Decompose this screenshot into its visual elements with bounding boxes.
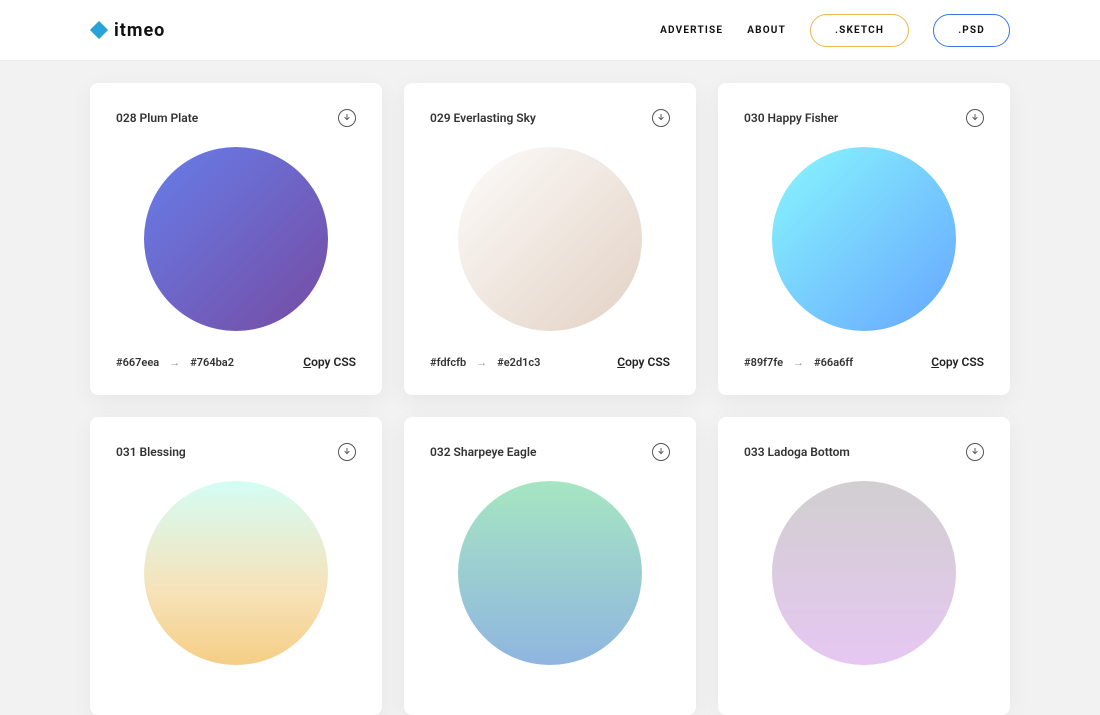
gradient-swatch: [772, 147, 956, 331]
download-psd-button[interactable]: .PSD: [933, 14, 1010, 47]
color-from: #667eea: [116, 356, 159, 369]
gradient-grid: 028 Plum Plate #667eea → #764ba2 Copy CS…: [0, 61, 1100, 715]
copy-css-button[interactable]: Copy CSS: [303, 355, 356, 369]
card-title: 032 Sharpeye Eagle: [430, 445, 536, 459]
gradient-card-033: 033 Ladoga Bottom: [718, 417, 1010, 715]
card-title: 029 Everlasting Sky: [430, 111, 536, 125]
card-title: 031 Blessing: [116, 445, 186, 459]
download-button[interactable]: [652, 109, 670, 127]
gradient-card-028: 028 Plum Plate #667eea → #764ba2 Copy CS…: [90, 83, 382, 395]
gradient-swatch: [144, 147, 328, 331]
brand-logo[interactable]: itmeo: [90, 20, 165, 41]
color-from: #89f7fe: [744, 356, 783, 369]
download-button[interactable]: [338, 443, 356, 461]
download-icon: [657, 114, 665, 122]
nav-about[interactable]: ABOUT: [747, 25, 786, 36]
copy-css-button[interactable]: Copy CSS: [931, 355, 984, 369]
arrow-icon: →: [169, 356, 180, 369]
gradient-card-032: 032 Sharpeye Eagle: [404, 417, 696, 715]
color-codes: #89f7fe → #66a6ff: [744, 356, 853, 369]
download-button[interactable]: [966, 109, 984, 127]
gradient-card-030: 030 Happy Fisher #89f7fe → #66a6ff Copy …: [718, 83, 1010, 395]
download-button[interactable]: [652, 443, 670, 461]
card-title: 033 Ladoga Bottom: [744, 445, 850, 459]
card-title: 030 Happy Fisher: [744, 111, 838, 125]
card-title: 028 Plum Plate: [116, 111, 198, 125]
color-to: #e2d1c3: [497, 356, 540, 369]
site-header: itmeo ADVERTISE ABOUT .SKETCH .PSD: [0, 0, 1100, 61]
gradient-swatch: [458, 481, 642, 665]
download-icon: [343, 448, 351, 456]
download-icon: [657, 448, 665, 456]
download-icon: [343, 114, 351, 122]
download-button[interactable]: [966, 443, 984, 461]
color-from: #fdfcfb: [430, 356, 466, 369]
download-button[interactable]: [338, 109, 356, 127]
gradient-card-029: 029 Everlasting Sky #fdfcfb → #e2d1c3 Co…: [404, 83, 696, 395]
color-to: #764ba2: [190, 356, 234, 369]
color-codes: #667eea → #764ba2: [116, 356, 234, 369]
gradient-swatch: [458, 147, 642, 331]
nav-advertise[interactable]: ADVERTISE: [660, 25, 723, 36]
gradient-swatch: [772, 481, 956, 665]
primary-nav: ADVERTISE ABOUT .SKETCH .PSD: [660, 14, 1010, 47]
download-sketch-button[interactable]: .SKETCH: [810, 14, 909, 47]
color-to: #66a6ff: [814, 356, 853, 369]
gradient-swatch: [144, 481, 328, 665]
logo-icon: [90, 21, 108, 39]
download-icon: [971, 114, 979, 122]
brand-name: itmeo: [114, 20, 165, 41]
arrow-icon: →: [793, 356, 804, 369]
color-codes: #fdfcfb → #e2d1c3: [430, 356, 540, 369]
gradient-card-031: 031 Blessing: [90, 417, 382, 715]
arrow-icon: →: [476, 356, 487, 369]
copy-css-button[interactable]: Copy CSS: [617, 355, 670, 369]
download-icon: [971, 448, 979, 456]
